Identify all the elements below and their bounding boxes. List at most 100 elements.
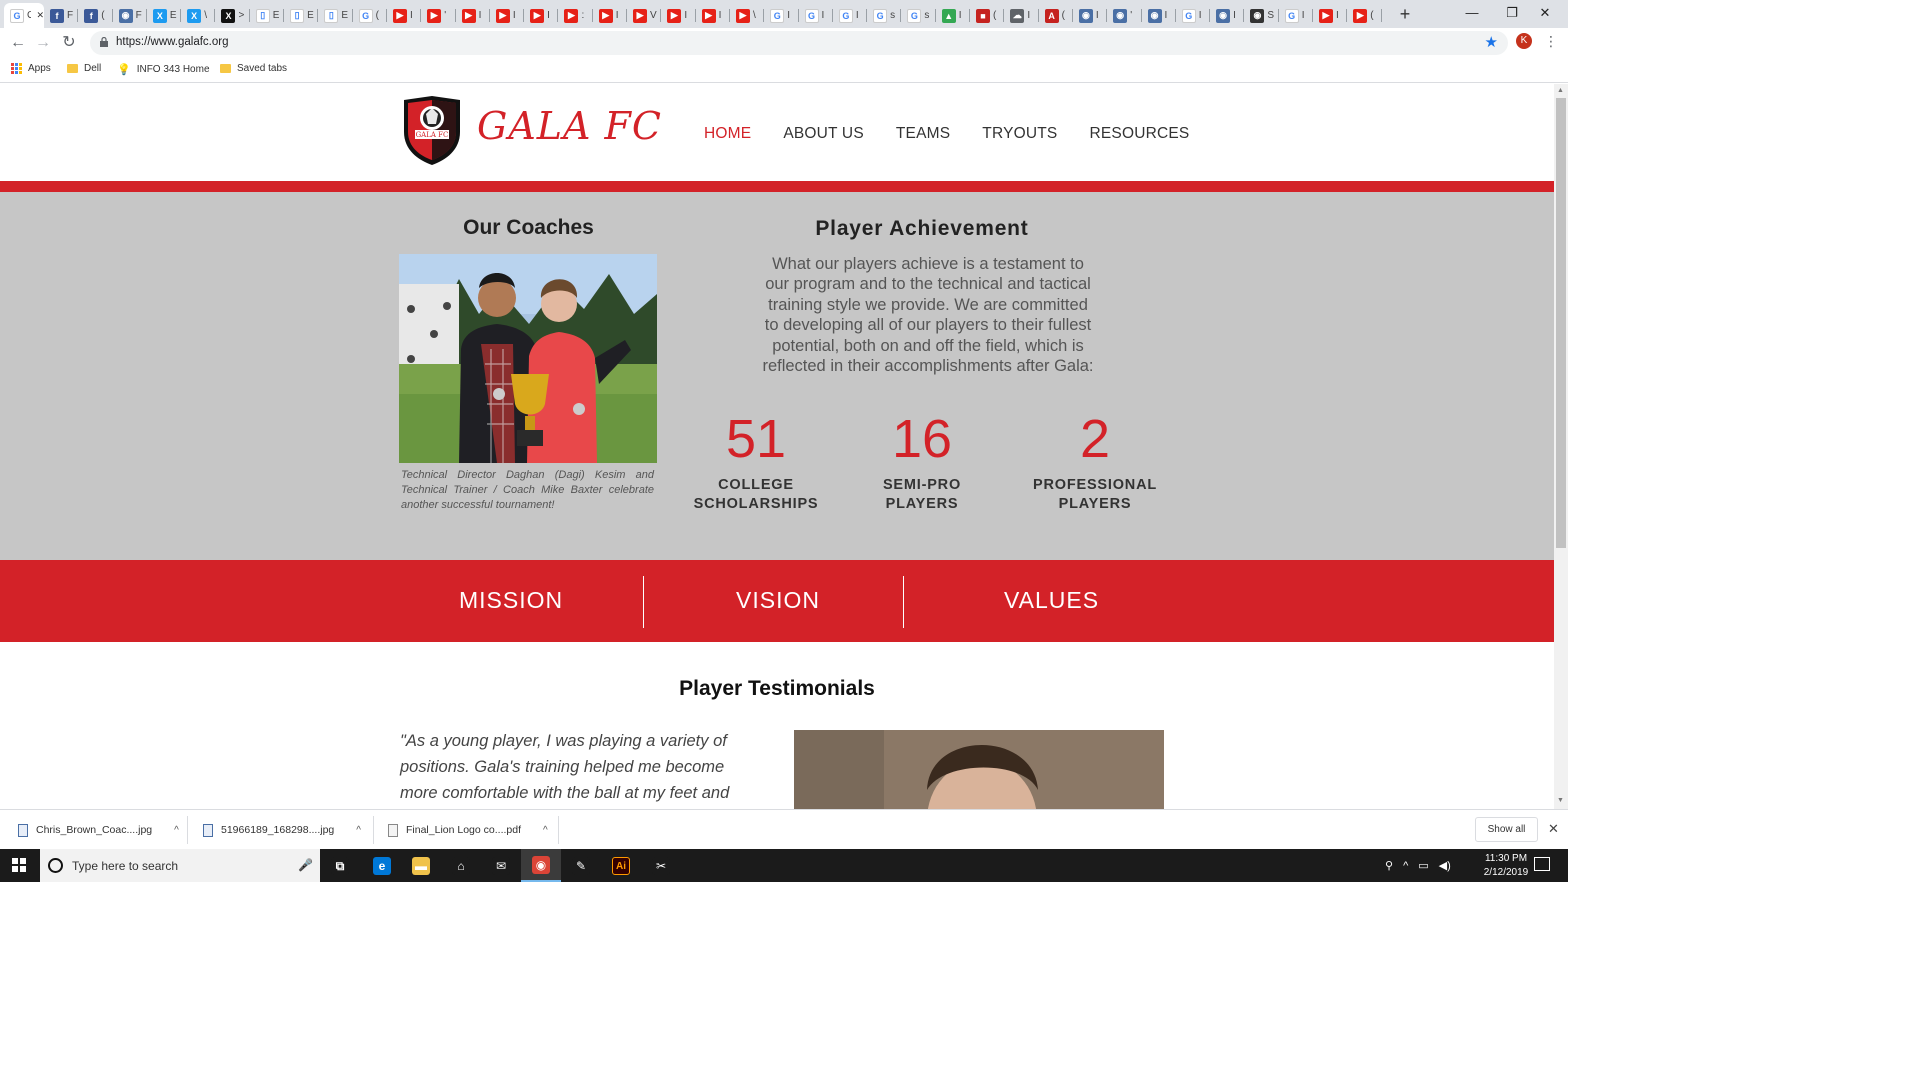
- browser-tab[interactable]: GI: [833, 3, 868, 28]
- browser-tab[interactable]: GI: [799, 3, 834, 28]
- mission-link[interactable]: MISSION: [459, 587, 563, 614]
- browser-tab[interactable]: ☁ I: [1004, 3, 1039, 28]
- windows-start-icon[interactable]: [12, 858, 26, 872]
- task-view-taskbar-button[interactable]: ⧉: [320, 849, 360, 882]
- nav-home[interactable]: HOME: [704, 125, 751, 143]
- download-item[interactable]: Chris_Brown_Coac....jpg ^: [18, 810, 179, 850]
- browser-tab[interactable]: X \: [181, 3, 216, 28]
- browser-tab[interactable]: ▶ I: [593, 3, 628, 28]
- browser-tab[interactable]: ▶:: [558, 3, 594, 28]
- chrome-taskbar-button[interactable]: ◉: [521, 849, 561, 882]
- close-tab-icon[interactable]: ✕: [36, 10, 44, 21]
- forward-arrow-icon[interactable]: →: [33, 33, 53, 53]
- browser-tab[interactable]: ▯ E: [284, 3, 319, 28]
- chevron-up-icon[interactable]: ^: [1403, 860, 1408, 872]
- nav-tryouts[interactable]: TRYOUTS: [982, 125, 1057, 143]
- scroll-down-icon[interactable]: ▼: [1557, 797, 1564, 804]
- browser-tab[interactable]: GI: [1176, 3, 1211, 28]
- reload-icon[interactable]: ↻: [59, 33, 79, 53]
- notification-center-icon[interactable]: [1534, 857, 1550, 871]
- browser-tab[interactable]: Gs: [901, 3, 937, 28]
- bookmark-info343[interactable]: 💡 INFO 343 Home: [117, 63, 210, 76]
- menu-kebab-icon[interactable]: ⋮: [1544, 33, 1558, 50]
- browser-tab[interactable]: ◉ I: [1142, 3, 1177, 28]
- bookmark-saved-tabs[interactable]: Saved tabs: [220, 63, 287, 74]
- browser-tab[interactable]: ▶ I: [490, 3, 525, 28]
- browser-tab[interactable]: ▯ E: [250, 3, 285, 28]
- paint-taskbar-button[interactable]: ✎: [561, 849, 601, 882]
- values-link[interactable]: VALUES: [1004, 587, 1099, 614]
- browser-tab[interactable]: G G ✕: [4, 3, 44, 28]
- nav-about-us[interactable]: ABOUT US: [783, 125, 864, 143]
- browser-tab[interactable]: ▶ I: [456, 3, 491, 28]
- browser-tab[interactable]: ▶ I: [661, 3, 696, 28]
- browser-tab[interactable]: ▶ I: [524, 3, 559, 28]
- youtube-icon: ▶: [564, 8, 579, 23]
- profile-avatar[interactable]: K: [1516, 33, 1532, 49]
- browser-tab[interactable]: fF: [44, 3, 79, 28]
- browser-tab[interactable]: GI: [1279, 3, 1314, 28]
- chevron-up-icon[interactable]: ^: [356, 825, 361, 836]
- nav-resources[interactable]: RESOURCES: [1089, 125, 1189, 143]
- nav-teams[interactable]: TEAMS: [896, 125, 950, 143]
- browser-tab[interactable]: ▶ I: [387, 3, 422, 28]
- illustrator-taskbar-button[interactable]: Ai: [601, 849, 641, 882]
- browser-tab[interactable]: XE: [147, 3, 182, 28]
- people-icon[interactable]: ⚲: [1385, 859, 1393, 872]
- browser-tab[interactable]: f(: [78, 3, 113, 28]
- new-tab-button[interactable]: +: [1396, 4, 1414, 25]
- scroll-up-icon[interactable]: ▲: [1557, 87, 1564, 94]
- mail-taskbar-button[interactable]: ✉: [481, 849, 521, 882]
- volume-icon[interactable]: ◀): [1439, 859, 1451, 872]
- page-scrollbar[interactable]: ▲ ▼: [1554, 84, 1568, 809]
- browser-tab[interactable]: ◉ F: [113, 3, 148, 28]
- microphone-icon[interactable]: 🎤: [298, 858, 313, 872]
- browser-tab[interactable]: ◉ ': [1107, 3, 1142, 28]
- browser-tab[interactable]: ▶ \: [730, 3, 765, 28]
- browser-tab[interactable]: ▯ E: [318, 3, 353, 28]
- store-taskbar-button[interactable]: ⌂: [441, 849, 481, 882]
- snip-taskbar-button[interactable]: ✂: [641, 849, 681, 882]
- address-bar[interactable]: https://www.galafc.org ★: [90, 31, 1508, 55]
- browser-tab[interactable]: Gs: [867, 3, 902, 28]
- file-explorer-taskbar-button[interactable]: ▬: [401, 849, 441, 882]
- taskbar-search-box[interactable]: Type here to search 🎤: [40, 849, 320, 882]
- browser-tab[interactable]: G(: [353, 3, 388, 28]
- bookmark-star-icon[interactable]: ★: [1485, 33, 1498, 51]
- vision-link[interactable]: VISION: [736, 587, 820, 614]
- taskbar-clock[interactable]: 11:30 PM 2/12/2019: [1478, 852, 1534, 880]
- download-item[interactable]: 51966189_168298....jpg ^: [203, 810, 361, 850]
- browser-tab[interactable]: ▶ I: [696, 3, 731, 28]
- browser-tab[interactable]: ▲ I: [936, 3, 971, 28]
- tab-title: I: [1335, 10, 1339, 21]
- chevron-up-icon[interactable]: ^: [543, 825, 548, 836]
- browser-tab[interactable]: X >: [215, 3, 251, 28]
- network-icon[interactable]: ▭: [1418, 859, 1428, 872]
- page-viewport[interactable]: GALA FC GALA FC HOME ABOUT US TEAMS TRYOUTS…: [0, 84, 1554, 809]
- browser-tab[interactable]: ■(: [970, 3, 1005, 28]
- url-text[interactable]: https://www.galafc.org: [116, 36, 229, 48]
- show-all-downloads-button[interactable]: Show all: [1475, 817, 1538, 842]
- club-crest-logo[interactable]: GALA FC: [401, 94, 463, 166]
- bookmark-dell[interactable]: Dell: [67, 63, 101, 74]
- chevron-up-icon[interactable]: ^: [174, 825, 179, 836]
- back-arrow-icon[interactable]: ←: [8, 33, 28, 53]
- scrollbar-thumb[interactable]: [1556, 98, 1566, 548]
- browser-tab[interactable]: GI: [764, 3, 799, 28]
- edge-taskbar-button[interactable]: e: [362, 849, 402, 882]
- browser-tab[interactable]: ▶ ': [421, 3, 456, 28]
- browser-tab[interactable]: ▶(: [1347, 3, 1382, 28]
- browser-tab[interactable]: ◉ S: [1244, 3, 1279, 28]
- browser-tab[interactable]: ▶ V: [627, 3, 662, 28]
- browser-tab[interactable]: ▶ I: [1313, 3, 1348, 28]
- browser-tab[interactable]: ◉ I: [1210, 3, 1245, 28]
- close-window-button[interactable]: ✕: [1522, 2, 1568, 24]
- browser-tab[interactable]: ◉ I: [1073, 3, 1108, 28]
- mail-icon: ✉: [492, 856, 510, 875]
- download-item[interactable]: Final_Lion Logo co....pdf ^: [388, 810, 548, 850]
- close-downloads-icon[interactable]: ✕: [1548, 821, 1559, 837]
- brand-wordmark[interactable]: GALA FC: [477, 104, 662, 148]
- search-placeholder[interactable]: Type here to search: [72, 859, 178, 873]
- browser-tab[interactable]: A(: [1039, 3, 1074, 28]
- bookmark-apps[interactable]: Apps: [11, 63, 51, 74]
